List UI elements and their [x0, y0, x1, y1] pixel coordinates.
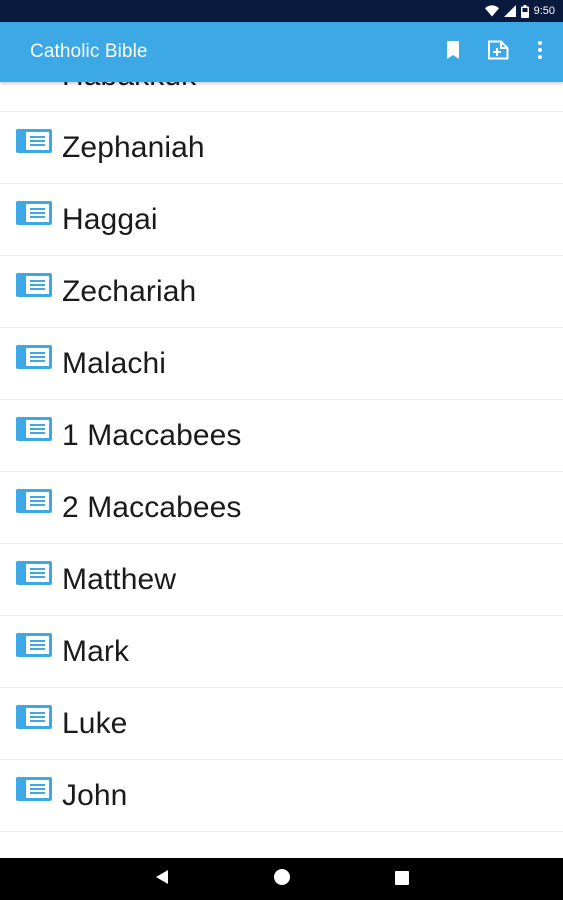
cell-signal-icon — [503, 5, 516, 17]
app-actions — [431, 22, 563, 82]
recents-button[interactable] — [342, 858, 462, 900]
back-icon — [155, 869, 169, 889]
more-options-button[interactable] — [521, 22, 559, 82]
app-bar: Catholic Bible — [0, 22, 563, 82]
book-label: John — [62, 778, 128, 812]
add-note-button[interactable] — [475, 22, 521, 82]
book-label: Zechariah — [62, 274, 197, 308]
status-time: 9:50 — [533, 5, 555, 17]
list-item[interactable]: Luke — [0, 688, 563, 760]
list-item[interactable]: 2 Maccabees — [0, 472, 563, 544]
recents-icon — [394, 870, 409, 889]
book-icon — [16, 200, 52, 227]
book-icon — [16, 272, 52, 299]
book-label: Zephaniah — [62, 130, 205, 164]
book-icon — [16, 344, 52, 371]
book-icon — [16, 560, 52, 587]
status-bar: 9:50 — [0, 0, 563, 22]
book-list[interactable]: Habakkuk Zephaniah Haggai Zechariah Mala… — [0, 64, 563, 858]
book-icon — [16, 488, 52, 515]
book-label: Haggai — [62, 202, 158, 236]
book-label: Luke — [62, 706, 128, 740]
list-item[interactable]: Mark — [0, 616, 563, 688]
list-item[interactable]: Matthew — [0, 544, 563, 616]
wifi-icon — [484, 5, 499, 17]
home-button[interactable] — [222, 858, 342, 900]
list-item[interactable]: Zephaniah — [0, 112, 563, 184]
app-title: Catholic Bible — [30, 41, 148, 62]
list-item[interactable]: Malachi — [0, 328, 563, 400]
home-icon — [273, 868, 291, 890]
bookmark-button[interactable] — [431, 22, 475, 82]
book-label: 2 Maccabees — [62, 490, 242, 524]
book-label: Malachi — [62, 346, 167, 380]
book-icon — [16, 776, 52, 803]
book-icon — [16, 416, 52, 443]
book-label: Mark — [62, 634, 130, 668]
list-item[interactable]: John — [0, 760, 563, 832]
book-icon — [16, 704, 52, 731]
list-item[interactable]: Zechariah — [0, 256, 563, 328]
book-icon — [16, 128, 52, 155]
list-item[interactable]: 1 Maccabees — [0, 400, 563, 472]
navigation-bar — [0, 858, 563, 900]
book-label: 1 Maccabees — [62, 418, 242, 452]
book-icon — [16, 632, 52, 659]
list-item[interactable]: Haggai — [0, 184, 563, 256]
add-note-icon — [487, 40, 509, 64]
battery-icon — [520, 4, 529, 18]
bookmark-icon — [446, 41, 460, 63]
back-button[interactable] — [102, 858, 222, 900]
more-vert-icon — [538, 41, 542, 63]
book-label: Matthew — [62, 562, 177, 596]
